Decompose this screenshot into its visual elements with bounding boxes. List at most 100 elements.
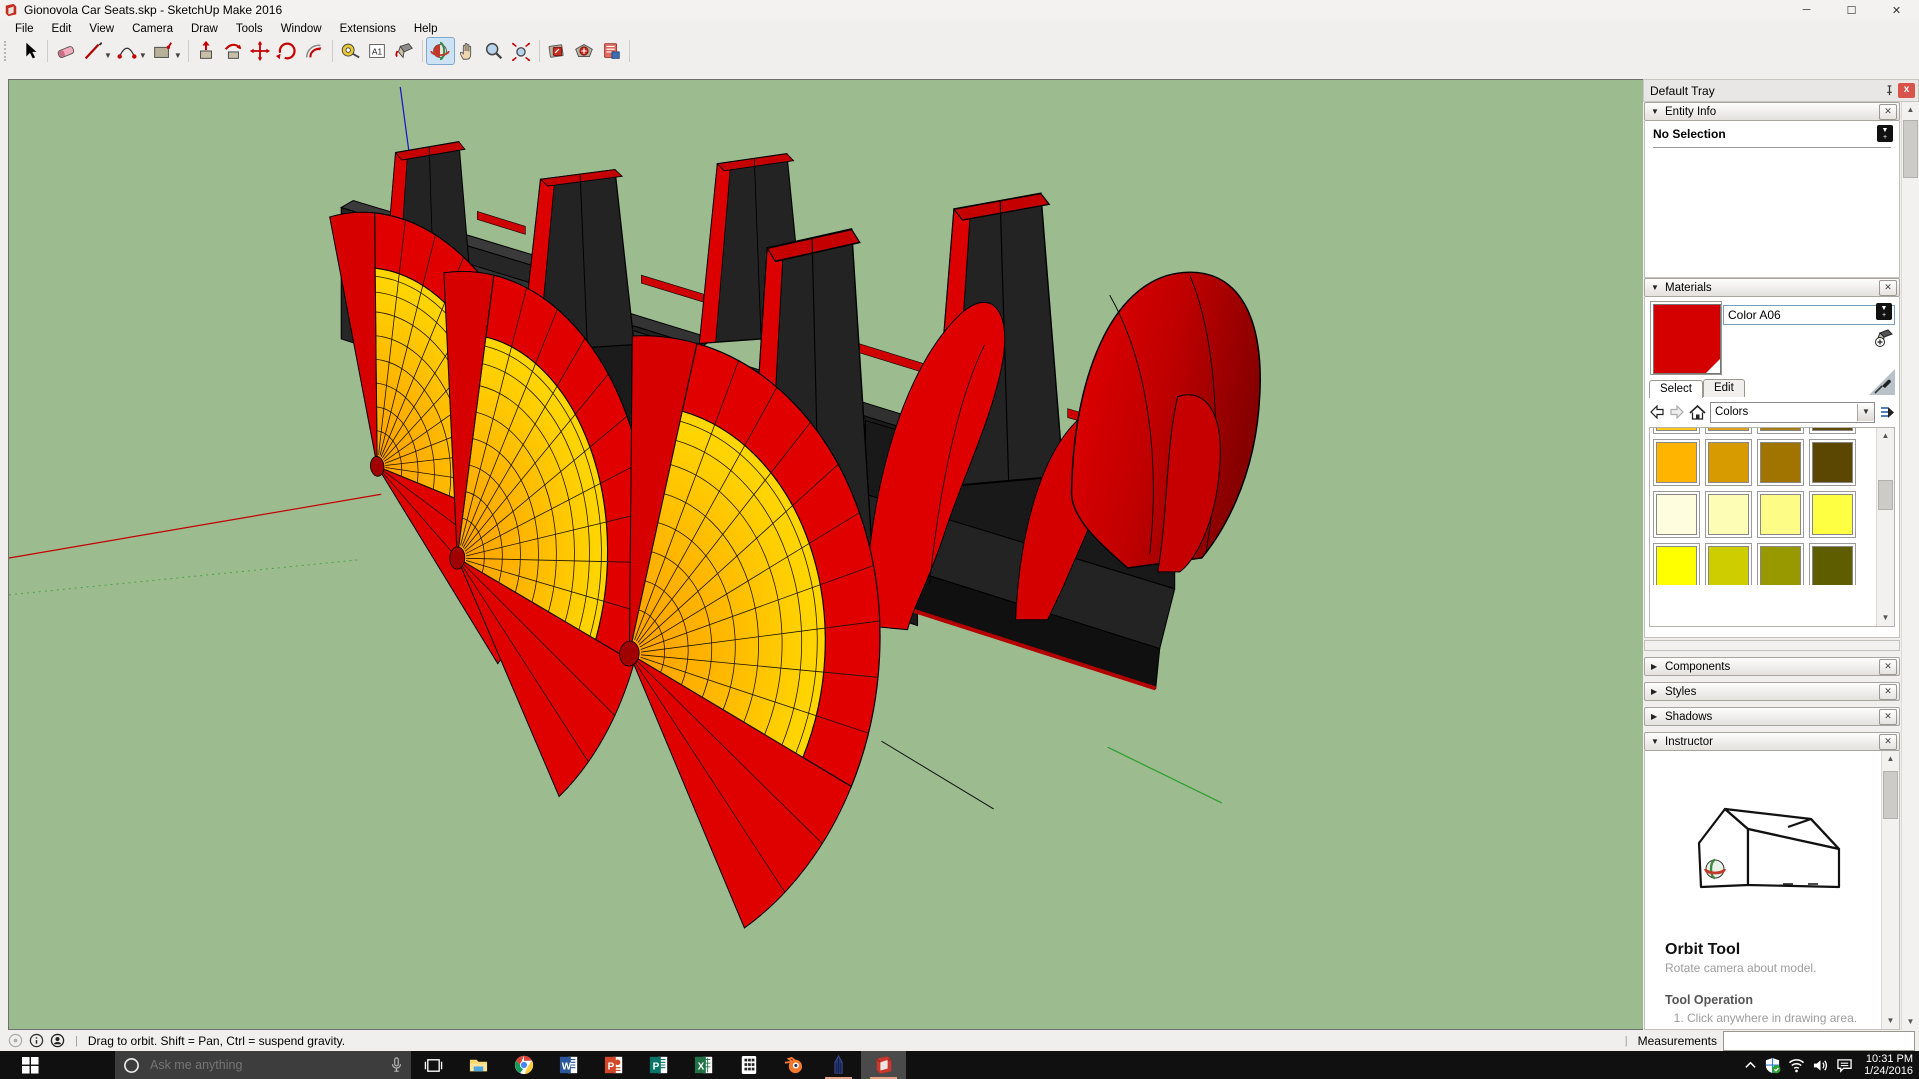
model-info-button[interactable] — [544, 38, 571, 64]
instructor-scrollbar[interactable]: ▲ ▼ — [1881, 751, 1899, 1029]
dropdown-arrow-icon[interactable]: ▼ — [1857, 404, 1874, 421]
menu-help[interactable]: Help — [405, 23, 447, 35]
swatch-scrollbar[interactable]: ▲ ▼ — [1876, 428, 1894, 626]
color-swatch[interactable] — [1809, 543, 1856, 585]
color-swatch[interactable] — [1757, 439, 1804, 486]
search-input[interactable] — [148, 1057, 382, 1073]
scroll-up-icon[interactable]: ▲ — [1902, 102, 1919, 118]
rotate-tool-button[interactable] — [274, 38, 301, 64]
swatch-hscrollbar[interactable] — [1644, 640, 1900, 651]
push-pull-tool-button[interactable] — [193, 38, 220, 64]
taskbar-3d-app[interactable] — [816, 1051, 861, 1079]
tray-scrollbar[interactable]: ▲ ▼ — [1901, 102, 1919, 1030]
tape-measure-tool-button[interactable] — [337, 38, 364, 64]
select-tool-button[interactable] — [16, 38, 43, 64]
color-swatch[interactable] — [1757, 543, 1804, 585]
defender-icon[interactable] — [1764, 1057, 1781, 1074]
forward-button[interactable] — [1669, 405, 1685, 419]
arc-tool-button[interactable] — [114, 38, 141, 64]
panel-header-components[interactable]: ▶ Components ✕ — [1644, 657, 1900, 676]
collection-dropdown[interactable]: Colors ▼ — [1710, 402, 1875, 423]
menu-camera[interactable]: Camera — [123, 23, 182, 35]
secondary-pane-button[interactable]: ▼+ — [1876, 303, 1892, 320]
scroll-down-icon[interactable]: ▼ — [1902, 1014, 1919, 1030]
materials-close-button[interactable]: ✕ — [1879, 280, 1897, 296]
menu-view[interactable]: View — [80, 23, 123, 35]
rectangle-tool-button[interactable] — [149, 38, 176, 64]
scroll-up-icon[interactable]: ▲ — [1882, 751, 1899, 767]
minimize-button[interactable]: ─ — [1784, 0, 1829, 20]
details-button[interactable] — [1879, 405, 1895, 420]
taskbar-excel[interactable]: X — [681, 1051, 726, 1079]
instructor-close-button[interactable]: ✕ — [1879, 734, 1897, 750]
home-button[interactable] — [1689, 405, 1706, 420]
panel-header-entity-info[interactable]: ▼ Entity Info ✕ — [1644, 102, 1900, 121]
color-swatch[interactable] — [1705, 491, 1752, 538]
color-swatch[interactable] — [1653, 543, 1700, 585]
share-model-button[interactable] — [598, 38, 625, 64]
orbit-tool-button[interactable] — [427, 38, 454, 64]
zoom-extents-tool-button[interactable] — [508, 38, 535, 64]
geolocation-button[interactable] — [8, 1033, 23, 1048]
entity-info-close-button[interactable]: ✕ — [1879, 104, 1897, 120]
panel-header-styles[interactable]: ▶ Styles ✕ — [1644, 682, 1900, 701]
color-swatch[interactable] — [1757, 427, 1804, 434]
microphone-icon[interactable] — [390, 1057, 403, 1073]
toolbar-grip[interactable] — [4, 41, 12, 61]
start-button[interactable] — [0, 1051, 60, 1079]
panel-header-materials[interactable]: ▼ Materials ✕ — [1644, 278, 1900, 297]
color-swatch[interactable] — [1653, 439, 1700, 486]
color-swatch[interactable] — [1705, 439, 1752, 486]
taskbar-calculator[interactable] — [726, 1051, 771, 1079]
taskbar-clock[interactable]: 10:31 PM 1/24/2016 — [1860, 1053, 1913, 1077]
get-models-button[interactable] — [571, 38, 598, 64]
follow-me-tool-button[interactable] — [220, 38, 247, 64]
tray-chevron-icon[interactable] — [1744, 1059, 1757, 1072]
scroll-down-icon[interactable]: ▼ — [1877, 610, 1894, 626]
panel-header-instructor[interactable]: ▼ Instructor ✕ — [1644, 732, 1900, 751]
action-center-icon[interactable] — [1836, 1058, 1853, 1073]
tab-select[interactable]: Select — [1649, 380, 1703, 398]
components-close-button[interactable]: ✕ — [1879, 659, 1897, 675]
line-tool-dropdown[interactable]: ▼ — [104, 51, 112, 60]
menu-edit[interactable]: Edit — [43, 23, 81, 35]
wifi-icon[interactable] — [1788, 1058, 1805, 1073]
toggle-details-button[interactable]: ▼+ — [1877, 125, 1893, 142]
line-tool-button[interactable] — [79, 38, 106, 64]
cortana-search-box[interactable] — [115, 1051, 411, 1079]
tray-close-button[interactable]: x — [1898, 83, 1915, 98]
eraser-tool-button[interactable] — [52, 38, 79, 64]
tab-edit[interactable]: Edit — [1703, 379, 1745, 397]
color-swatch[interactable] — [1705, 427, 1752, 434]
taskbar-task-view[interactable] — [411, 1051, 456, 1079]
menu-tools[interactable]: Tools — [227, 23, 272, 35]
color-swatch[interactable] — [1809, 427, 1856, 434]
menu-extensions[interactable]: Extensions — [331, 23, 405, 35]
color-swatch[interactable] — [1809, 491, 1856, 538]
menu-draw[interactable]: Draw — [182, 23, 227, 35]
eyedropper-icon[interactable] — [1873, 377, 1891, 395]
color-swatch[interactable] — [1809, 439, 1856, 486]
offset-tool-button[interactable] — [301, 38, 328, 64]
taskbar-word[interactable]: W — [546, 1051, 591, 1079]
taskbar-file-explorer[interactable] — [456, 1051, 501, 1079]
taskbar-powerpoint[interactable]: P — [591, 1051, 636, 1079]
taskbar-publisher[interactable]: P — [636, 1051, 681, 1079]
taskbar-chrome[interactable] — [501, 1051, 546, 1079]
pin-button[interactable] — [1880, 83, 1898, 99]
maximize-button[interactable]: ☐ — [1829, 0, 1874, 20]
material-name-input[interactable] — [1723, 305, 1895, 325]
zoom-tool-button[interactable] — [481, 38, 508, 64]
taskbar-sketchup[interactable] — [861, 1051, 906, 1079]
back-button[interactable] — [1649, 405, 1665, 419]
text-tool-button[interactable]: A1 — [364, 38, 391, 64]
3d-viewport[interactable] — [9, 80, 1643, 1029]
create-material-button[interactable] — [1874, 328, 1894, 348]
menu-file[interactable]: File — [6, 23, 43, 35]
volume-icon[interactable] — [1812, 1058, 1829, 1073]
sign-in-button[interactable] — [50, 1033, 65, 1048]
shadows-close-button[interactable]: ✕ — [1879, 709, 1897, 725]
close-button[interactable]: ✕ — [1874, 0, 1919, 20]
paint-bucket-tool-button[interactable] — [391, 38, 418, 64]
taskbar-blender[interactable] — [771, 1051, 816, 1079]
